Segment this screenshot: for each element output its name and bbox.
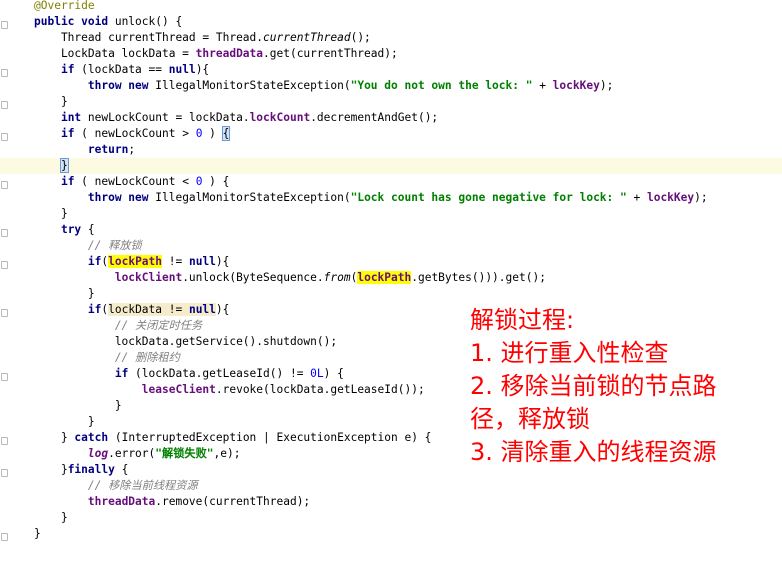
code-line-text: LockData lockData = threadData.get(curre… — [34, 47, 398, 60]
code-line-text: throw new IllegalMonitorStateException("… — [87, 79, 614, 92]
code-line-text: } — [34, 527, 41, 540]
code-line-text: } — [34, 287, 95, 300]
code-line-text: throw new IllegalMonitorStateException("… — [87, 191, 708, 204]
code-line-text: } — [34, 399, 122, 412]
code-line-text: try { — [60, 223, 95, 236]
code-line-32[interactable]: threadData.remove(currentThread); — [0, 494, 782, 510]
code-line-8[interactable]: int newLockCount = lockData.lockCount.de… — [0, 110, 782, 126]
code-line-text: leaseClient.revoke(lockData.getLeaseId()… — [141, 383, 425, 396]
code-line-text: // 删除租约 — [34, 351, 180, 364]
code-line-text: if(lockData != null){ — [87, 303, 230, 316]
code-line-9[interactable]: if ( newLockCount > 0 ) { — [0, 126, 782, 142]
code-line-text: // 释放锁 — [34, 239, 142, 252]
annotation-step-2: 2. 移除当前锁的节点路 — [470, 372, 717, 400]
code-line-33[interactable]: } — [0, 510, 782, 526]
code-line-text: } catch (InterruptedException | Executio… — [34, 431, 432, 444]
code-line-14[interactable]: } — [0, 206, 782, 222]
code-line-19[interactable]: } — [0, 286, 782, 302]
code-line-text: } — [59, 158, 69, 173]
code-line-18[interactable]: lockClient.unlock(ByteSequence.from(lock… — [0, 270, 782, 286]
annotation-step-1: 1. 进行重入性检查 — [470, 339, 669, 367]
annotation-title: 解锁过程: — [470, 306, 575, 334]
code-line-11-current[interactable]: } — [0, 158, 782, 174]
code-line-17[interactable]: if(lockPath != null){ — [0, 254, 782, 270]
code-line-31[interactable]: // 移除当前线程资源 — [0, 478, 782, 494]
code-line-10[interactable]: return; — [0, 142, 782, 158]
code-line-text: @Override — [34, 0, 95, 12]
code-line-text: if (lockData.getLeaseId() != 0L) { — [114, 367, 344, 380]
code-line-4[interactable]: LockData lockData = threadData.get(curre… — [0, 46, 782, 62]
code-line-text: lockClient.unlock(ByteSequence.from(lock… — [114, 271, 546, 284]
code-line-text: int newLockCount = lockData.lockCount.de… — [60, 111, 439, 124]
code-line-15[interactable]: try { — [0, 222, 782, 238]
code-line-text: return; — [87, 143, 136, 156]
code-line-6[interactable]: throw new IllegalMonitorStateException("… — [0, 78, 782, 94]
code-line-2[interactable]: public void unlock() { — [0, 14, 782, 30]
annotation-step-3: 3. 清除重入的线程资源 — [470, 438, 717, 466]
code-line-text: } — [34, 207, 68, 220]
code-line-text: // 关闭定时任务 — [34, 319, 203, 332]
code-line-text: // 移除当前线程资源 — [34, 479, 198, 492]
code-line-text: public void unlock() { — [34, 15, 183, 28]
unlock-process-annotation: 解锁过程: 1. 进行重入性检查 2. 移除当前锁的节点路 径，释放锁 3. 清… — [470, 304, 770, 469]
code-line-16[interactable]: // 释放锁 — [0, 238, 782, 254]
code-line-7[interactable]: } — [0, 94, 782, 110]
code-line-text: } — [34, 511, 68, 524]
annotation-step-2-continued: 径，释放锁 — [470, 405, 590, 433]
code-line-text: lockData.getService().shutdown(); — [34, 335, 338, 348]
code-line-12[interactable]: if ( newLockCount < 0 ) { — [0, 174, 782, 190]
code-line-1[interactable]: @Override — [0, 0, 782, 14]
code-line-text: } — [34, 95, 68, 108]
code-line-text: log.error("解锁失败",e); — [87, 447, 241, 460]
code-line-34[interactable]: } — [0, 526, 782, 542]
code-line-text: threadData.remove(currentThread); — [87, 495, 311, 508]
code-line-3[interactable]: Thread currentThread = Thread.currentThr… — [0, 30, 782, 46]
code-line-13[interactable]: throw new IllegalMonitorStateException("… — [0, 190, 782, 206]
code-line-text: }finally { — [34, 463, 129, 476]
code-line-text: if (lockData == null){ — [60, 63, 210, 76]
code-line-text: if ( newLockCount < 0 ) { — [60, 175, 230, 188]
code-line-text: if(lockPath != null){ — [87, 255, 230, 268]
code-line-5[interactable]: if (lockData == null){ — [0, 62, 782, 78]
code-line-text: } — [34, 415, 95, 428]
code-line-text: if ( newLockCount > 0 ) { — [60, 126, 231, 141]
code-line-text: Thread currentThread = Thread.currentThr… — [34, 31, 371, 44]
